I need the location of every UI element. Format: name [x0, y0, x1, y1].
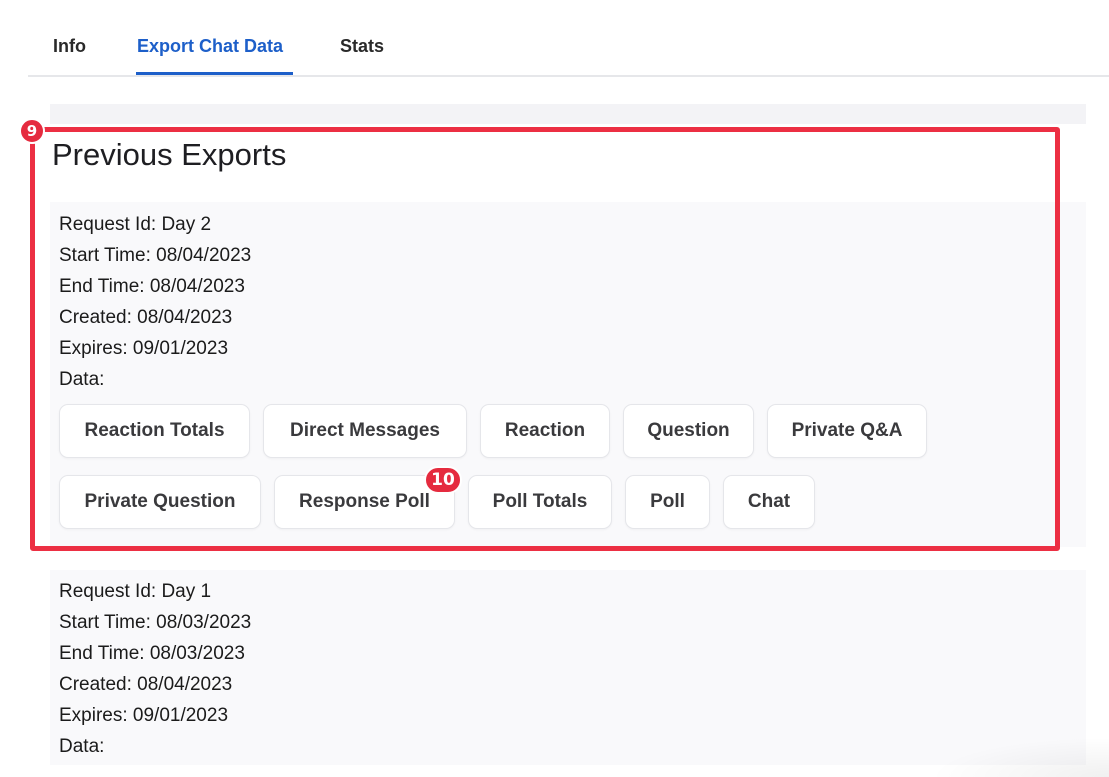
active-tab-indicator — [136, 72, 293, 75]
request-id: Request Id: Day 1 — [59, 581, 212, 602]
corner-shadow — [929, 737, 1109, 777]
download-chat-button[interactable]: Chat — [723, 475, 815, 529]
export-chat-data-page: Info Export Chat Data Stats Previous Exp… — [0, 0, 1109, 777]
data-label: Data: — [59, 736, 105, 757]
download-direct-messages-button[interactable]: Direct Messages — [263, 404, 467, 458]
download-poll-button[interactable]: Poll — [625, 475, 710, 529]
export-card-day-1: Request Id: Day 1 Start Time: 08/03/2023… — [50, 570, 1086, 765]
download-reaction-totals-button[interactable]: Reaction Totals — [59, 404, 250, 458]
annotation-marker: 10 — [424, 466, 462, 494]
created-date: Created: 08/04/2023 — [59, 674, 233, 695]
export-card-day-2: Request Id: Day 2 Start Time: 08/04/2023… — [50, 202, 1086, 547]
expires-date: Expires: 09/01/2023 — [59, 338, 229, 359]
download-poll-totals-button[interactable]: Poll Totals — [468, 475, 612, 529]
end-time: End Time: 08/04/2023 — [59, 276, 245, 297]
expires-date: Expires: 09/01/2023 — [59, 705, 229, 726]
page-title: Previous Exports — [52, 137, 287, 172]
download-reaction-button[interactable]: Reaction — [480, 404, 610, 458]
tab-info[interactable]: Info — [53, 36, 86, 57]
tab-stats[interactable]: Stats — [340, 36, 384, 57]
start-time: Start Time: 08/04/2023 — [59, 245, 252, 266]
annotation-marker: 9 — [19, 118, 45, 144]
end-time: End Time: 08/03/2023 — [59, 643, 245, 664]
tab-bar: Info Export Chat Data Stats — [28, 0, 1109, 77]
created-date: Created: 08/04/2023 — [59, 307, 233, 328]
start-time: Start Time: 08/03/2023 — [59, 612, 252, 633]
data-label: Data: — [59, 369, 105, 390]
download-private-qa-button[interactable]: Private Q&A — [767, 404, 927, 458]
request-id: Request Id: Day 2 — [59, 214, 212, 235]
divider-strip — [50, 104, 1086, 124]
download-question-button[interactable]: Question — [623, 404, 754, 458]
download-private-question-button[interactable]: Private Question — [59, 475, 261, 529]
tab-export-chat-data[interactable]: Export Chat Data — [137, 36, 283, 57]
